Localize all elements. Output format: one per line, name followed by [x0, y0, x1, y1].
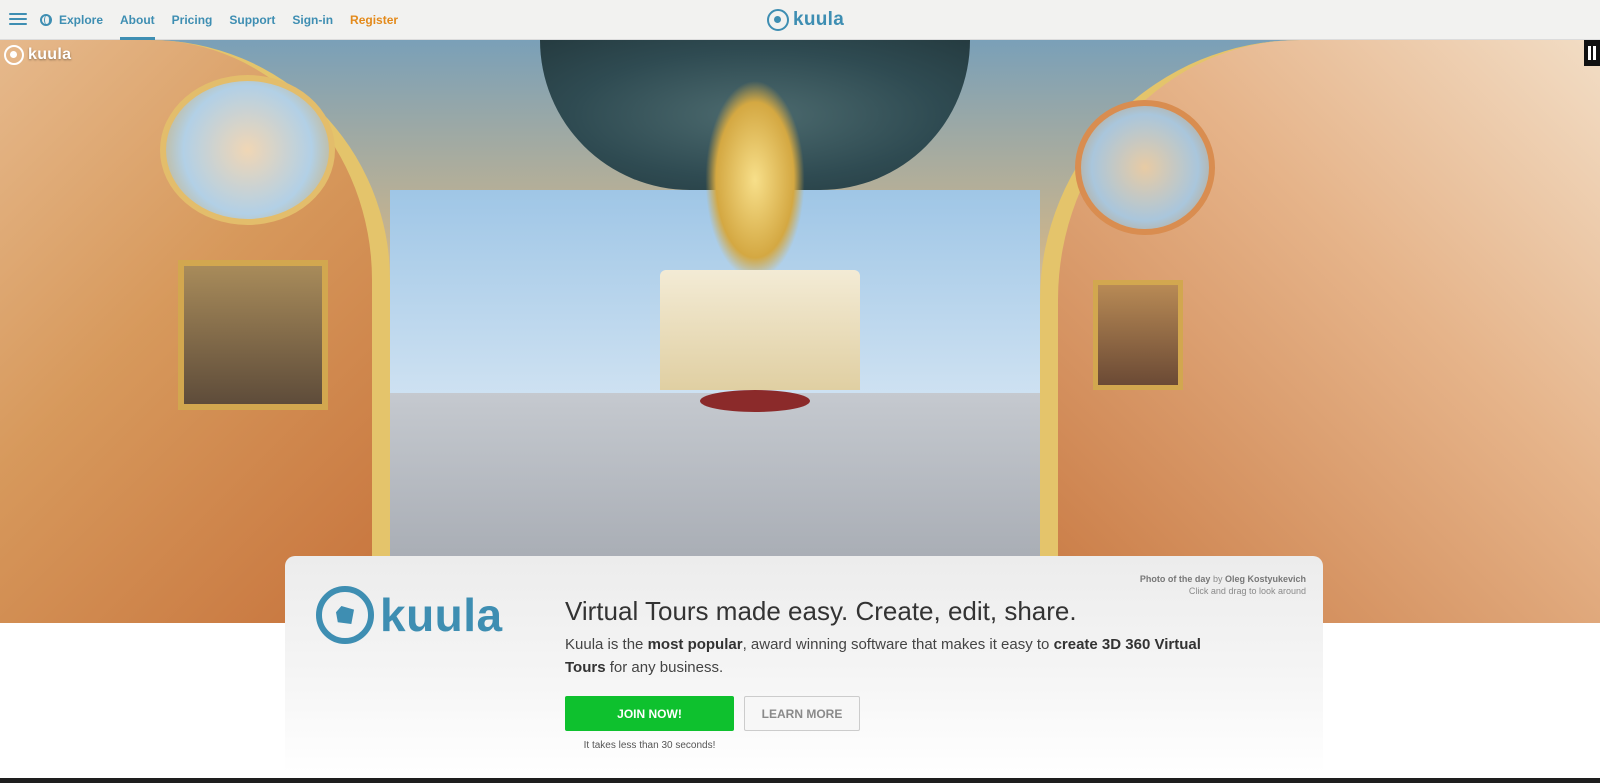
nav-support[interactable]: Support [229, 0, 275, 40]
top-nav-bar: Explore About Pricing Support Sign-in Re… [0, 0, 1600, 40]
main-nav: Explore About Pricing Support Sign-in Re… [40, 0, 415, 40]
nav-sign-in[interactable]: Sign-in [292, 0, 333, 40]
description: Kuula is the most popular, award winning… [565, 633, 1235, 679]
nav-explore-label: Explore [59, 13, 104, 27]
chandelier [705, 80, 805, 280]
join-now-button[interactable]: JOIN NOW! [565, 696, 734, 731]
signup-note: It takes less than 30 seconds! [583, 740, 716, 751]
credit-label: Photo of the day [1139, 574, 1211, 584]
kuula-logo-text: kuula [793, 9, 845, 30]
left-icon-painting [178, 260, 328, 410]
iconostasis [660, 270, 860, 390]
right-fresco [1075, 100, 1215, 235]
nav-about[interactable]: About [120, 0, 155, 40]
desc-bold-1: most popular [647, 636, 743, 653]
photo-credit: Photo of the day by Oleg Kostyukevich Cl… [1140, 573, 1306, 597]
drag-hint: Click and drag to look around [1188, 586, 1306, 596]
desc-text-1: Kuula is the [565, 636, 648, 653]
watermark-logo-text: kuula [28, 46, 72, 63]
desc-text-2: , award winning software that makes it e… [742, 636, 1054, 653]
pause-icon[interactable] [1584, 40, 1600, 66]
panorama-viewer[interactable]: kuula [0, 40, 1600, 623]
nav-pricing[interactable]: Pricing [172, 0, 213, 40]
credit-author[interactable]: Oleg Kostyukevich [1225, 574, 1306, 584]
intro-card: kuula Photo of the day by Oleg Kostyukev… [285, 556, 1323, 773]
pano-watermark-logo: kuula [4, 45, 71, 65]
headline: Virtual Tours made easy. Create, edit, s… [565, 596, 1077, 626]
learn-more-button[interactable]: LEARN MORE [744, 696, 860, 731]
left-fresco [160, 75, 335, 225]
credit-by: by [1212, 574, 1223, 584]
card-logo-icon [316, 586, 374, 644]
globe-icon [40, 14, 52, 26]
nav-explore[interactable]: Explore [40, 0, 103, 40]
watermark-logo-icon [4, 45, 24, 65]
card-logo: kuula [316, 586, 503, 644]
desc-text-3: for any business. [605, 659, 724, 676]
carpet [700, 390, 810, 412]
bottom-bar [0, 778, 1600, 783]
kuula-logo[interactable]: kuula [767, 9, 844, 31]
hamburger-menu-icon[interactable] [9, 13, 27, 27]
kuula-logo-icon [767, 9, 789, 31]
card-logo-text: kuula [380, 589, 503, 641]
right-icon-painting [1093, 280, 1183, 390]
nav-register[interactable]: Register [350, 0, 398, 40]
